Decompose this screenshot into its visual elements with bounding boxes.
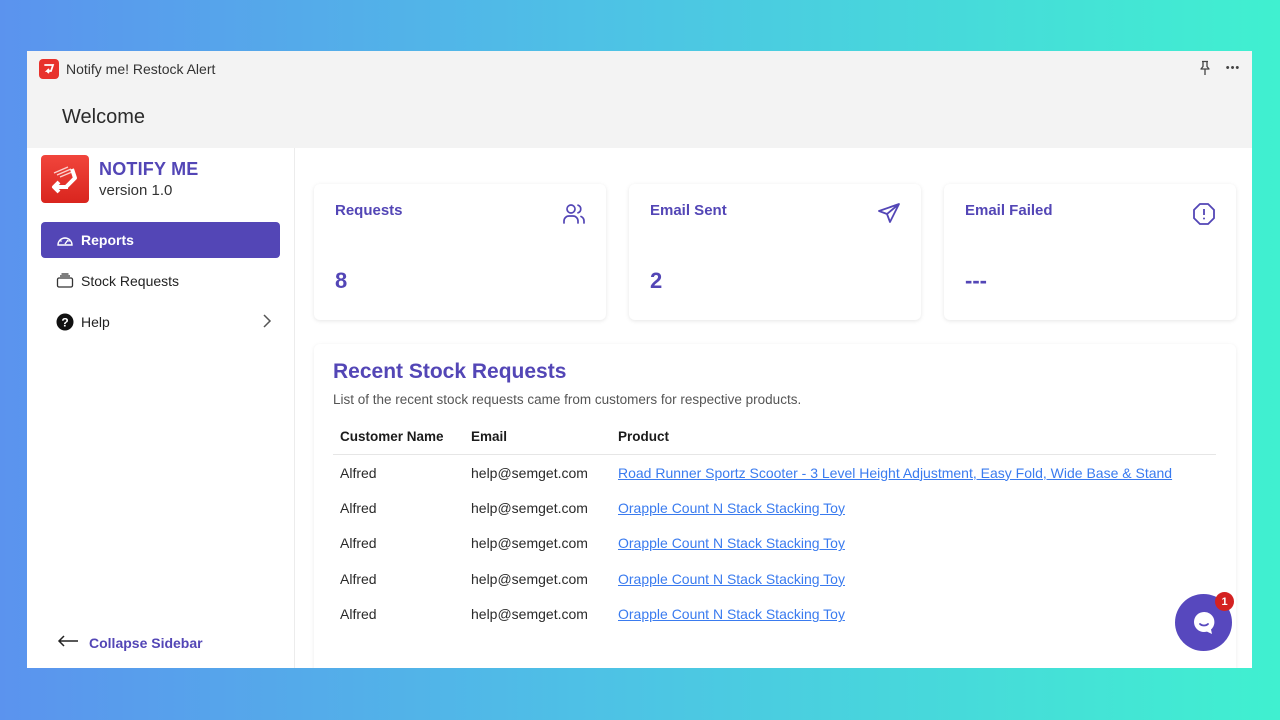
users-icon	[562, 202, 586, 226]
cell-email: help@semget.com	[471, 464, 588, 481]
main-content: Requests 8 Email Sent 2 Email Failed ---…	[295, 148, 1252, 668]
cell-customer: Alfred	[340, 570, 377, 587]
product-link[interactable]: Orapple Count N Stack Stacking Toy	[618, 606, 845, 622]
table-row: Alfred help@semget.com Orapple Count N Sta…	[333, 597, 1216, 633]
cell-product: Road Runner Sportz Scooter - 3 Level Hei…	[611, 455, 1216, 491]
chat-button[interactable]: 1	[1175, 592, 1234, 651]
column-header-email: Email	[464, 429, 611, 455]
stat-value: 2	[650, 268, 663, 293]
sidebar-item-label: Help	[81, 314, 110, 330]
requests-table: Customer Name Email Product Alfred help@s…	[333, 429, 1216, 632]
cell-customer: Alfred	[340, 535, 377, 552]
panel-subtitle: List of the recent stock requests came f…	[333, 392, 802, 407]
panel-title: Recent Stock Requests	[333, 360, 567, 383]
column-header-customer: Customer Name	[333, 429, 464, 455]
table-row: Alfred help@semget.com Orapple Count N Sta…	[333, 490, 1216, 526]
cell-email: help@semget.com	[471, 499, 588, 516]
stat-card-requests: Requests 8	[314, 184, 606, 320]
cell-customer: Alfred	[340, 464, 377, 481]
cell-email: help@semget.com	[471, 570, 588, 587]
cell-product: Orapple Count N Stack Stacking Toy	[611, 597, 1216, 633]
notification-badge: 1	[1215, 592, 1234, 611]
product-link[interactable]: Orapple Count N Stack Stacking Toy	[618, 500, 845, 516]
chat-icon	[1193, 611, 1214, 634]
gauge-icon	[55, 230, 75, 250]
column-header-product: Product	[611, 429, 1216, 455]
stat-value: ---	[965, 268, 987, 293]
brand: NOTIFY ME version 1.0	[41, 155, 280, 203]
page-title: Welcome	[62, 106, 145, 128]
sidebar-item-stock-requests[interactable]: Stock Requests	[41, 263, 280, 299]
help-circle-icon: ?	[55, 312, 75, 332]
cell-customer: Alfred	[340, 499, 377, 516]
cell-product: Orapple Count N Stack Stacking Toy	[611, 526, 1216, 562]
table-row: Alfred help@semget.com Orapple Count N Sta…	[333, 526, 1216, 562]
app-window: Notify me! Restock Alert ••• Welcome NOT…	[27, 51, 1252, 668]
stat-card-email-failed: Email Failed ---	[944, 184, 1236, 320]
table-header-row: Customer Name Email Product	[333, 429, 1216, 455]
brand-version: version 1.0	[99, 182, 173, 199]
recent-requests-panel: Recent Stock Requests List of the recent…	[314, 344, 1236, 668]
svg-text:?: ?	[61, 316, 68, 330]
title-bar: Notify me! Restock Alert •••	[27, 51, 1252, 87]
pin-icon	[1200, 60, 1210, 75]
stat-title: Requests	[335, 202, 403, 219]
sidebar-item-help[interactable]: ? Help	[41, 304, 280, 340]
stat-title: Email Sent	[650, 202, 727, 219]
stat-value: 8	[335, 268, 348, 293]
app-logo-icon	[39, 59, 59, 79]
alert-octagon-icon	[1192, 202, 1216, 226]
stat-card-email-sent: Email Sent 2	[629, 184, 921, 320]
chevron-right-icon	[262, 314, 272, 331]
window-title: Notify me! Restock Alert	[66, 61, 216, 77]
sidebar: NOTIFY ME version 1.0 Reports Stock Requ…	[27, 148, 295, 668]
collapse-sidebar-button[interactable]: Collapse Sidebar	[57, 634, 203, 652]
send-icon	[877, 202, 901, 226]
pin-button[interactable]	[1196, 59, 1214, 77]
page-header: Welcome	[27, 87, 1252, 148]
cell-product: Orapple Count N Stack Stacking Toy	[611, 490, 1216, 526]
brand-logo-icon	[41, 155, 89, 203]
sidebar-item-label: Reports	[81, 232, 134, 248]
cell-product: Orapple Count N Stack Stacking Toy	[611, 561, 1216, 597]
product-link[interactable]: Orapple Count N Stack Stacking Toy	[618, 535, 845, 551]
more-icon: •••	[1225, 62, 1241, 74]
stat-title: Email Failed	[965, 202, 1053, 219]
table-row: Alfred help@semget.com Road Runner Sportz …	[333, 455, 1216, 491]
more-button[interactable]: •••	[1224, 59, 1242, 77]
sidebar-item-label: Stock Requests	[81, 273, 180, 289]
collapse-sidebar-label: Collapse Sidebar	[89, 635, 203, 651]
cell-email: help@semget.com	[471, 606, 588, 623]
sidebar-item-reports[interactable]: Reports	[41, 222, 280, 258]
table-row: Alfred help@semget.com Orapple Count N Sta…	[333, 561, 1216, 597]
inbox-icon	[55, 271, 75, 291]
brand-name: NOTIFY ME	[99, 159, 199, 179]
cell-customer: Alfred	[340, 606, 377, 623]
arrow-left-icon	[57, 634, 79, 652]
product-link[interactable]: Orapple Count N Stack Stacking Toy	[618, 571, 845, 587]
cell-email: help@semget.com	[471, 535, 588, 552]
product-link[interactable]: Road Runner Sportz Scooter - 3 Level Hei…	[618, 465, 1172, 481]
